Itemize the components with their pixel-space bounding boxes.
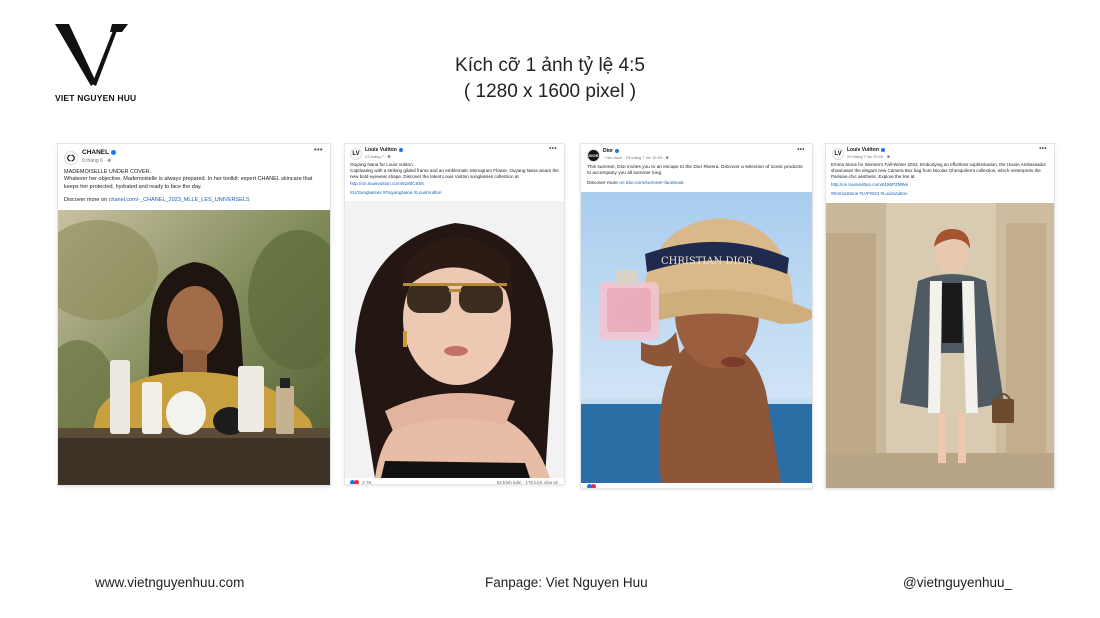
post-text: This summer, Dior invites you to an esca…: [587, 165, 803, 177]
post-discover-text: Discover more: [587, 181, 620, 186]
dior-avatar[interactable]: DIOR: [587, 149, 600, 162]
post-card-lv-emma: LV Louis Vuitton 20 tháng 7 lúc 20:00 · …: [825, 143, 1055, 489]
post-page-name[interactable]: CHANEL: [82, 149, 109, 156]
post-meta[interactable]: · Yêu thích · 23 tháng 7 lúc 15:59 ·: [603, 155, 666, 160]
globe-icon: 🌐︎: [107, 158, 112, 164]
more-options-icon[interactable]: •••: [797, 147, 805, 153]
globe-icon: 🌐︎: [387, 154, 391, 159]
verified-icon: [398, 147, 403, 152]
post-hashtags[interactable]: #EmmaStone #LVFW23 #LouisVuitton: [831, 191, 908, 196]
post-link[interactable]: http://on.louisvuitton.com/6180C6SK: [350, 181, 424, 186]
photo-woman-coat-bag: [826, 203, 1054, 488]
love-reaction-icon: [591, 484, 596, 488]
globe-icon: 🌐︎: [886, 154, 891, 159]
post-text: Emma Stone for Women's Fall-Winter 2023.…: [831, 162, 1047, 179]
post-page-name[interactable]: Louis Vuitton: [847, 147, 879, 153]
photo-woman-sunglasses: [345, 201, 564, 478]
verified-icon: [880, 147, 885, 152]
chanel-avatar[interactable]: [64, 151, 78, 165]
verified-icon: [615, 148, 619, 153]
post-link[interactable]: on dior.com/summer-facebook: [619, 181, 684, 186]
post-meta[interactable]: 23 tháng 7 ·: [365, 154, 387, 159]
post-photo-chanel[interactable]: [58, 210, 330, 485]
post-card-lv-nana: LV Louis Vuitton 23 tháng 7 · 🌐︎ ••• Ouy…: [344, 143, 565, 485]
more-options-icon[interactable]: •••: [549, 146, 557, 152]
hat-band-text: CHRISTIAN DIOR: [661, 256, 754, 267]
verified-icon: [111, 149, 117, 155]
post-hashtags[interactable]: #LVSunglasses #OuyangNana #LouisVuitton: [350, 190, 441, 195]
lv-avatar[interactable]: LV: [350, 148, 362, 160]
post-photo-lv-nana[interactable]: [345, 201, 564, 478]
globe-icon: 🌐︎: [665, 155, 669, 160]
lv-avatar[interactable]: LV: [832, 148, 844, 160]
page-subtitle: ( 1280 x 1600 pixel ): [463, 81, 637, 102]
brand-logo: [52, 20, 142, 88]
post-card-chanel: CHANEL 9 tháng 6 · 🌐︎ ••• MADEMOISELLE U…: [57, 143, 331, 486]
post-link[interactable]: chanel.com/-_CHANEL_2023_MLLE_LES_UNIVER…: [109, 197, 250, 203]
dior-logo-icon: DIOR: [588, 153, 599, 158]
post-text: Ouyang Nana for Louis Vuitton. Captivati…: [350, 162, 559, 179]
lv-monogram-icon: LV: [352, 151, 360, 157]
post-text: MADEMOISELLE UNDER COVER. Whatever her o…: [64, 169, 313, 190]
website-url[interactable]: www.vietnguyenhuu.com: [95, 575, 244, 590]
lv-monogram-icon: LV: [834, 151, 842, 157]
reaction-count[interactable]: 2,7K: [362, 480, 371, 484]
love-reaction-icon: [354, 480, 359, 484]
more-options-icon[interactable]: •••: [314, 147, 323, 154]
more-options-icon[interactable]: •••: [1039, 146, 1047, 152]
photo-chanel-model-products: [58, 210, 330, 485]
social-handle[interactable]: @vietnguyenhuu_: [903, 575, 1012, 590]
post-stats[interactable]: 53 bình luận · 176 lượt chia sẻ: [497, 480, 558, 484]
post-discover-text: Discover more on: [64, 197, 109, 203]
post-meta[interactable]: 20 tháng 7 lúc 20:00 ·: [847, 154, 887, 159]
post-page-name[interactable]: Louis Vuitton: [365, 147, 397, 153]
chanel-cc-icon: [67, 154, 75, 162]
fanpage-label[interactable]: Fanpage: Viet Nguyen Huu: [485, 575, 648, 590]
post-page-name[interactable]: Dior: [603, 148, 613, 154]
post-photo-dior[interactable]: CHRISTIAN DIOR: [581, 192, 812, 483]
post-meta[interactable]: 9 tháng 6 ·: [82, 158, 107, 164]
photo-dior-hat-perfume: CHRISTIAN DIOR: [581, 192, 812, 483]
logo-v-mark: [55, 24, 128, 86]
post-photo-lv-emma[interactable]: [826, 203, 1054, 488]
post-link[interactable]: http://on.louisvuitton.com/6186PZMWe: [831, 182, 908, 187]
post-card-dior: DIOR Dior · Yêu thích · 23 tháng 7 lúc 1…: [580, 143, 813, 489]
page-title: Kích cỡ 1 ảnh tỷ lệ 4:5: [455, 55, 645, 76]
